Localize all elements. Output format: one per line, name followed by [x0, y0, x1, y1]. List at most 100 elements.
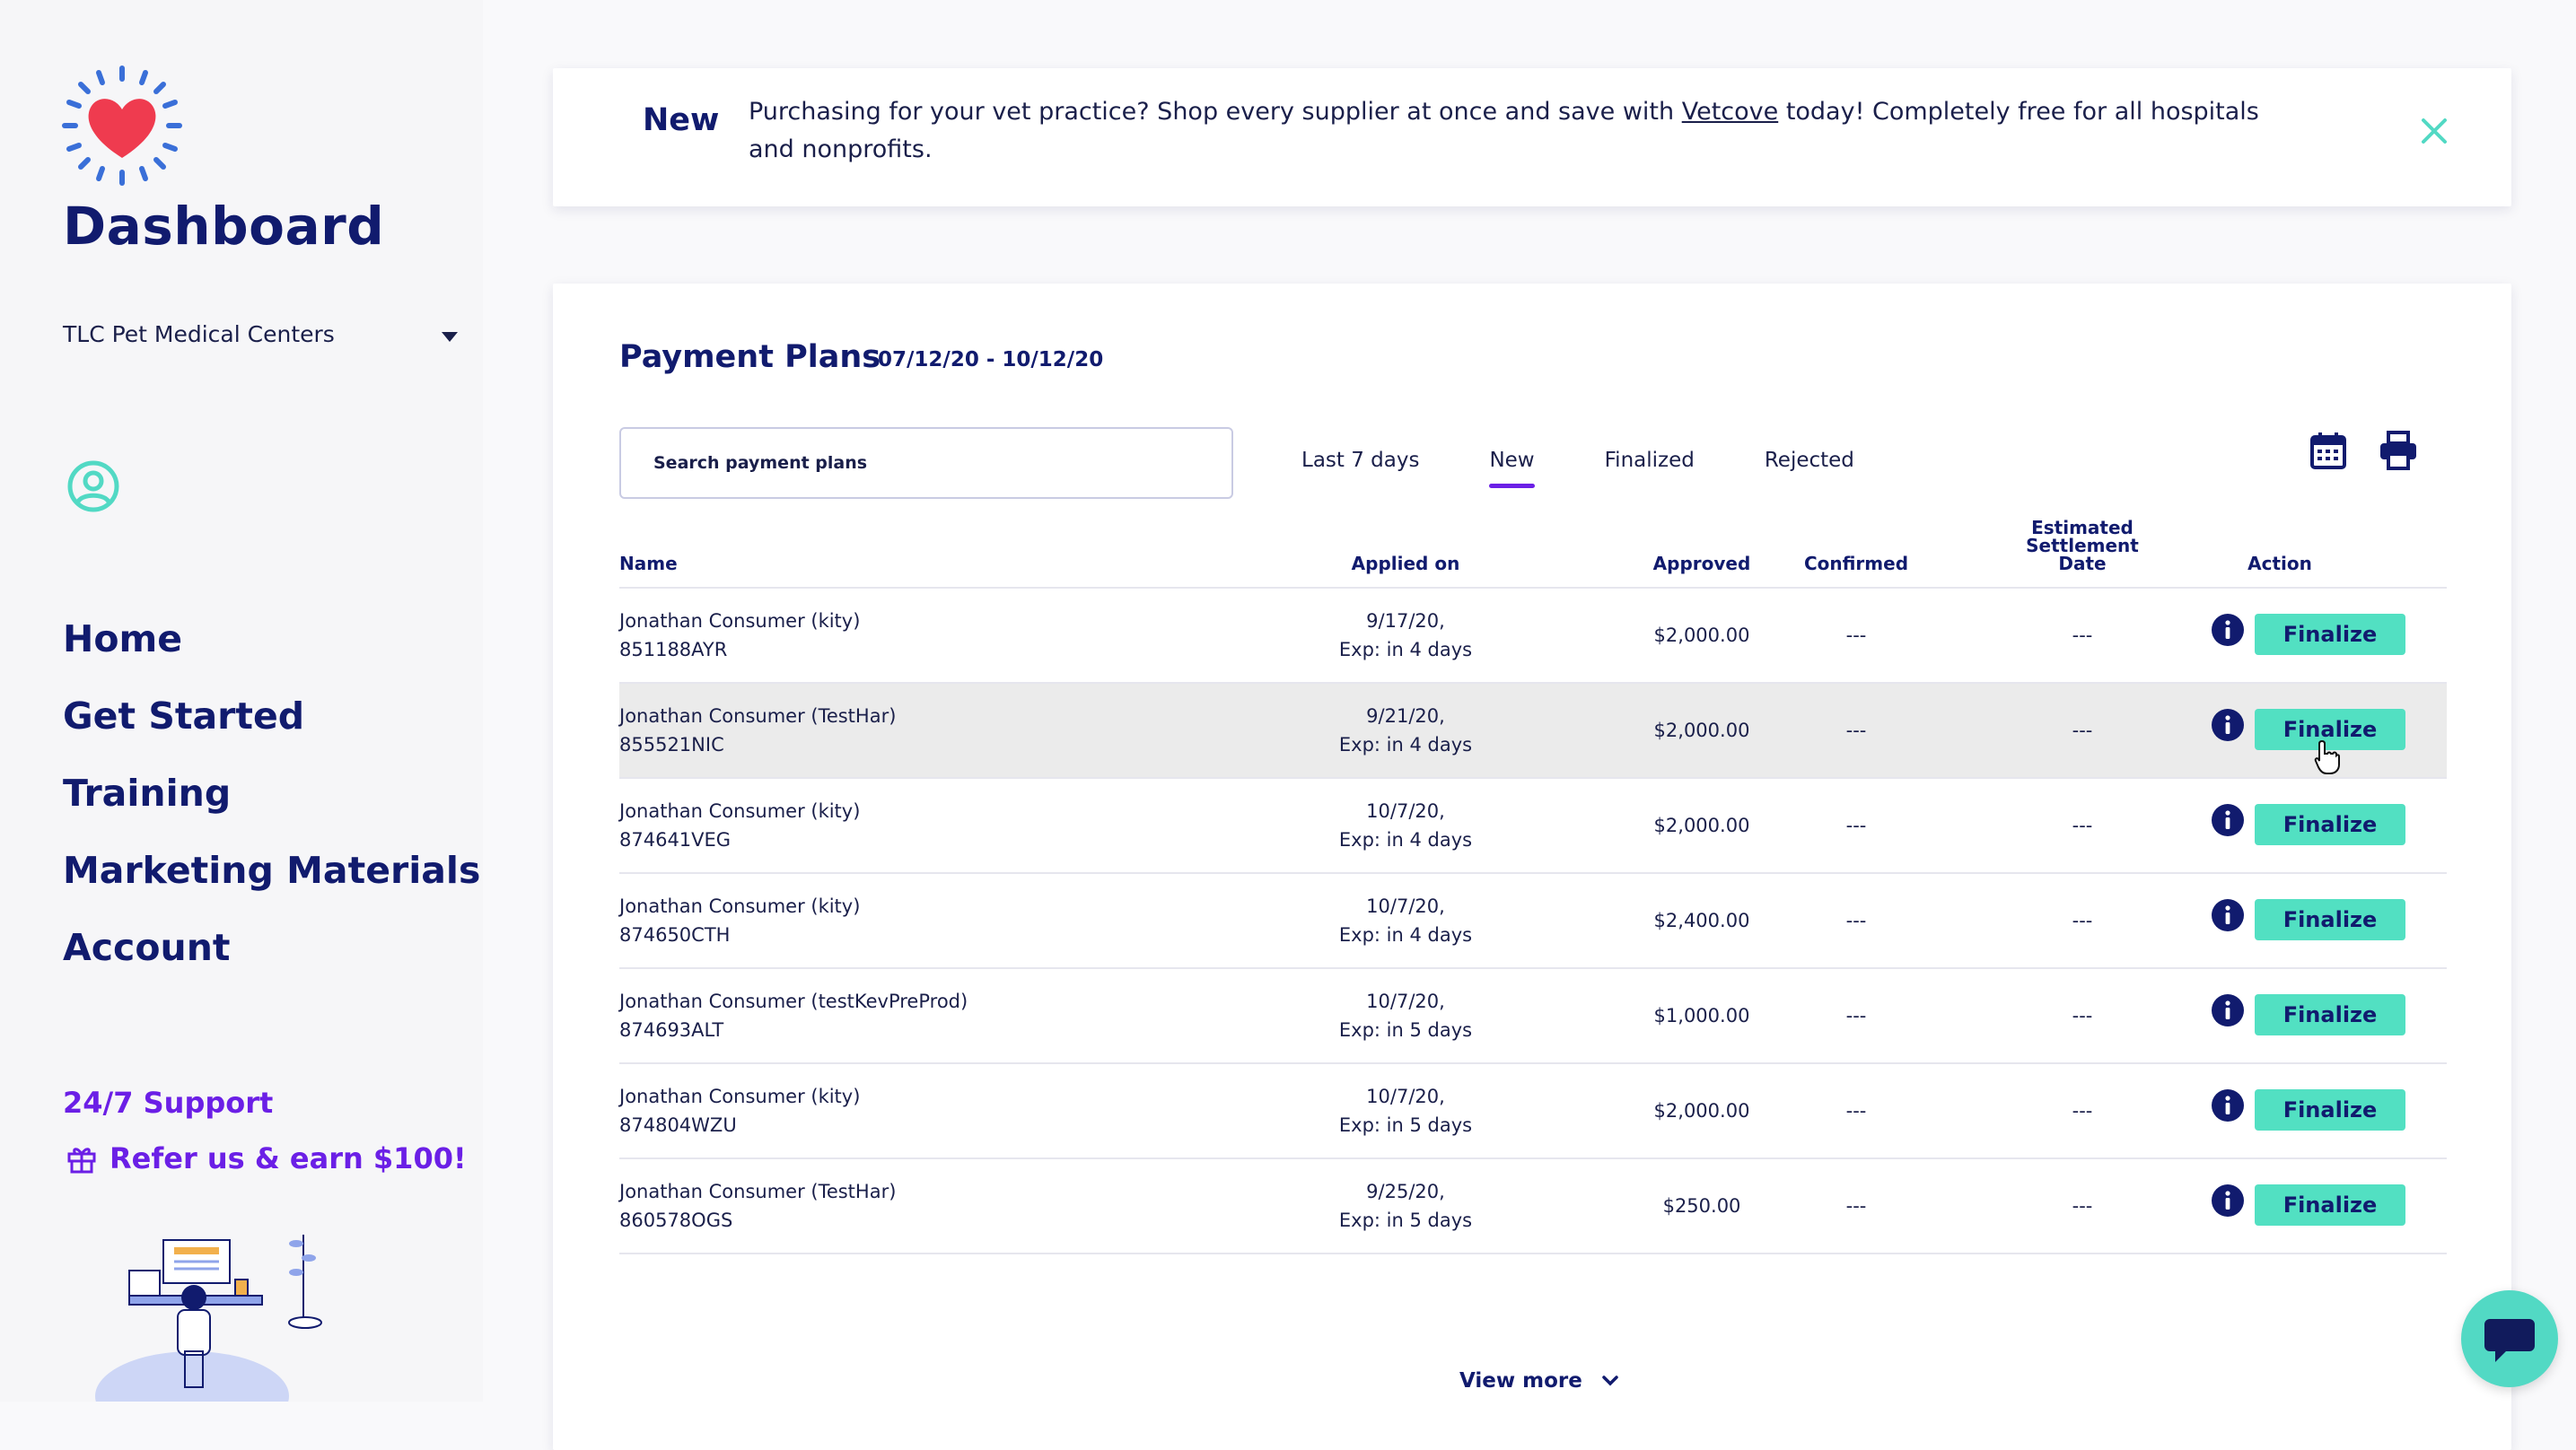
tab-new[interactable]: New: [1489, 449, 1535, 488]
finalize-button[interactable]: Finalize: [2255, 1089, 2405, 1131]
plan-id: 874650CTH: [619, 924, 731, 946]
nav-home[interactable]: Home: [63, 612, 480, 689]
estimated-settlement-value: ---: [2072, 1195, 2093, 1217]
calendar-icon[interactable]: [2307, 429, 2350, 472]
applied-date: 10/7/20,: [1366, 991, 1445, 1012]
payment-plans-card: Payment Plans 07/12/20 - 10/12/20 Last 7…: [553, 284, 2511, 1450]
heart-logo-icon[interactable]: [61, 65, 183, 187]
refer-link[interactable]: Refer us & earn $100!: [66, 1141, 467, 1175]
plan-customer-name: Jonathan Consumer (kity): [619, 895, 861, 917]
plan-name-cell: Jonathan Consumer (kity) 874804WZU: [619, 1082, 860, 1140]
estimated-settlement-value: ---: [2072, 815, 2093, 836]
table-row: Jonathan Consumer (kity) 851188AYR 9/17/20…: [619, 589, 2447, 684]
gift-icon: [67, 1148, 96, 1174]
info-icon[interactable]: [2212, 899, 2244, 931]
support-link[interactable]: 24/7 Support: [63, 1086, 273, 1120]
info-icon[interactable]: [2212, 1184, 2244, 1217]
expiry-text: Exp: in 5 days: [1338, 1019, 1473, 1041]
applied-date: 10/7/20,: [1366, 800, 1445, 822]
info-icon[interactable]: [2212, 614, 2244, 646]
info-icon[interactable]: [2212, 804, 2244, 836]
close-icon[interactable]: [2416, 113, 2452, 149]
plan-customer-name: Jonathan Consumer (testKevPreProd): [619, 991, 968, 1012]
printer-icon[interactable]: [2377, 429, 2420, 472]
tab-last-7-days[interactable]: Last 7 days: [1301, 449, 1419, 472]
finalize-button[interactable]: Finalize: [2255, 899, 2405, 940]
tab-rejected[interactable]: Rejected: [1765, 449, 1854, 472]
expiry-text: Exp: in 5 days: [1338, 1114, 1473, 1136]
plans-table: Jonathan Consumer (kity) 851188AYR 9/17/20…: [619, 589, 2447, 1254]
confirmed-value: ---: [1845, 625, 1867, 646]
table-row: Jonathan Consumer (kity) 874804WZU 10/7/20…: [619, 1064, 2447, 1159]
confirmed-value: ---: [1845, 720, 1867, 741]
plan-name-cell: Jonathan Consumer (kity) 874641VEG: [619, 797, 860, 854]
plan-name-cell: Jonathan Consumer (TestHar) 855521NIC: [619, 702, 896, 759]
pointer-cursor-icon: [2314, 739, 2340, 774]
plan-customer-name: Jonathan Consumer (TestHar): [619, 1181, 897, 1202]
confirmed-value: ---: [1845, 815, 1867, 836]
view-more-label: View more: [1459, 1369, 1582, 1393]
expiry-text: Exp: in 4 days: [1338, 639, 1473, 660]
nav-account[interactable]: Account: [63, 921, 480, 998]
applied-cell: 9/17/20, Exp: in 4 days: [1284, 607, 1528, 664]
plan-id: 860578OGS: [619, 1210, 733, 1231]
applied-cell: 10/7/20, Exp: in 5 days: [1284, 1082, 1528, 1140]
tab-finalized[interactable]: Finalized: [1605, 449, 1695, 472]
estimated-settlement-value: ---: [2072, 1005, 2093, 1026]
plan-id: 874804WZU: [619, 1114, 737, 1136]
plan-name-cell: Jonathan Consumer (kity) 851188AYR: [619, 607, 860, 664]
banner-text: Purchasing for your vet practice? Shop e…: [749, 93, 2310, 169]
search-input[interactable]: [619, 427, 1233, 499]
applied-cell: 10/7/20, Exp: in 4 days: [1284, 892, 1528, 949]
plan-name-cell: Jonathan Consumer (TestHar) 860578OGS: [619, 1177, 896, 1235]
finalize-button[interactable]: Finalize: [2255, 614, 2405, 655]
applied-cell: 9/21/20, Exp: in 4 days: [1284, 702, 1528, 759]
nav-get-started[interactable]: Get Started: [63, 689, 480, 766]
date-range: 07/12/20 - 10/12/20: [878, 348, 1104, 371]
info-icon[interactable]: [2212, 994, 2244, 1026]
table-row: Jonathan Consumer (kity) 874650CTH 10/7/20…: [619, 874, 2447, 969]
chat-button[interactable]: [2461, 1290, 2558, 1387]
plan-customer-name: Jonathan Consumer (TestHar): [619, 705, 897, 727]
expiry-text: Exp: in 4 days: [1338, 924, 1473, 946]
toolbar-icons: [2307, 429, 2420, 472]
nav-training[interactable]: Training: [63, 766, 480, 843]
sidebar: Dashboard TLC Pet Medical Centers Home G…: [0, 0, 483, 1402]
nav-marketing-materials[interactable]: Marketing Materials: [63, 843, 480, 921]
applied-date: 9/25/20,: [1366, 1181, 1445, 1202]
header-applied: Applied on: [1351, 553, 1460, 574]
user-circle-icon[interactable]: [66, 459, 120, 513]
finalize-button[interactable]: Finalize: [2255, 1184, 2405, 1226]
info-icon[interactable]: [2212, 709, 2244, 741]
refer-label: Refer us & earn $100!: [110, 1141, 467, 1175]
applied-cell: 10/7/20, Exp: in 4 days: [1284, 797, 1528, 854]
plan-customer-name: Jonathan Consumer (kity): [619, 800, 861, 822]
filter-tabs: Last 7 days New Finalized Rejected: [1301, 449, 1924, 488]
announcement-banner: New Purchasing for your vet practice? Sh…: [553, 68, 2511, 206]
plan-id: 855521NIC: [619, 734, 724, 756]
finalize-button[interactable]: Finalize: [2255, 804, 2405, 845]
info-icon[interactable]: [2212, 1089, 2244, 1122]
finalize-button[interactable]: Finalize: [2255, 994, 2405, 1035]
banner-text-before: Purchasing for your vet practice? Shop e…: [749, 98, 1682, 126]
table-row: Jonathan Consumer (testKevPreProd) 874693…: [619, 969, 2447, 1064]
expiry-text: Exp: in 4 days: [1338, 734, 1473, 756]
plan-id: 851188AYR: [619, 639, 728, 660]
table-row: Jonathan Consumer (TestHar) 855521NIC 9/21…: [619, 684, 2447, 779]
expiry-text: Exp: in 4 days: [1338, 829, 1473, 851]
dashboard-title: Dashboard: [63, 196, 385, 257]
table-row: Jonathan Consumer (kity) 874641VEG 10/7/20…: [619, 779, 2447, 874]
plan-id: 874641VEG: [619, 829, 732, 851]
plan-name-cell: Jonathan Consumer (testKevPreProd) 874693…: [619, 987, 968, 1044]
banner-tag: New: [643, 102, 720, 138]
plan-name-cell: Jonathan Consumer (kity) 874650CTH: [619, 892, 860, 949]
main-nav: Home Get Started Training Marketing Mate…: [63, 612, 480, 998]
caret-down-icon[interactable]: [442, 332, 458, 342]
applied-date: 10/7/20,: [1366, 1086, 1445, 1107]
practice-selector[interactable]: TLC Pet Medical Centers: [63, 321, 335, 347]
view-more-button[interactable]: View more: [1459, 1369, 1618, 1393]
vetcove-link[interactable]: Vetcove: [1682, 98, 1779, 126]
expiry-text: Exp: in 5 days: [1338, 1210, 1473, 1231]
confirmed-value: ---: [1845, 1195, 1867, 1217]
chevron-down-icon: [1602, 1376, 1618, 1386]
